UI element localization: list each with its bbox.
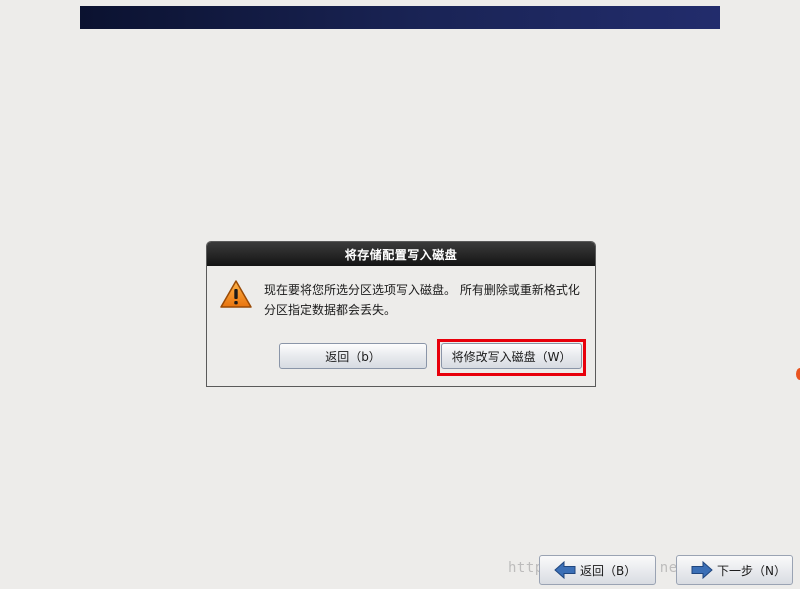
- nav-back-button[interactable]: 返回（B）: [539, 555, 656, 585]
- arrow-left-icon: [554, 561, 576, 579]
- write-changes-button[interactable]: 将修改写入磁盘（W）: [441, 343, 582, 369]
- warning-icon: [220, 280, 252, 308]
- dialog-message: 现在要将您所选分区选项写入磁盘。 所有删除或重新格式化分区指定数据都会丢失。: [264, 283, 580, 317]
- dialog-body: 现在要将您所选分区选项写入磁盘。 所有删除或重新格式化分区指定数据都会丢失。 返…: [207, 266, 595, 386]
- write-storage-dialog: 将存储配置写入磁盘 现在要将您所选分区选项写入磁盘。 所有删除或重新格式化分区指…: [206, 241, 596, 387]
- arrow-right-icon: [691, 561, 713, 579]
- nav-next-label: 下一步（N）: [717, 563, 786, 578]
- top-banner: [80, 6, 720, 29]
- back-button[interactable]: 返回（b）: [279, 343, 427, 369]
- nav-next-button[interactable]: 下一步（N）: [676, 555, 793, 585]
- edge-mark: [796, 368, 800, 380]
- nav-back-label: 返回（B）: [580, 563, 637, 578]
- dialog-title: 将存储配置写入磁盘: [207, 242, 595, 266]
